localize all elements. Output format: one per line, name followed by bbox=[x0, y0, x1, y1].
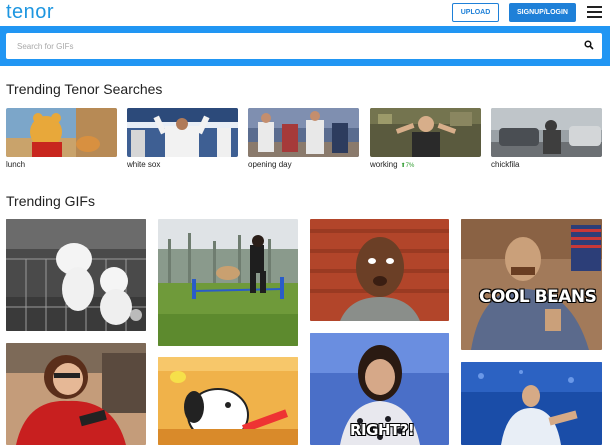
signup-login-button[interactable]: SIGNUP/LOGIN bbox=[509, 3, 576, 22]
trend-label-opening-day: opening day bbox=[248, 160, 292, 169]
trend-label-working-text: working bbox=[370, 160, 398, 169]
search-icon[interactable] bbox=[584, 40, 594, 50]
tenor-logo[interactable]: tenor bbox=[6, 1, 54, 24]
upload-button[interactable]: UPLOAD bbox=[452, 3, 499, 22]
gif-right[interactable]: RIGHT?! bbox=[310, 333, 449, 445]
gif-caption-cool-beans: COOL BEANS bbox=[479, 287, 597, 307]
trend-tile-lunch[interactable] bbox=[6, 108, 117, 157]
trend-percent-badge: ⬆7% bbox=[400, 163, 415, 169]
gif-man-stage[interactable] bbox=[461, 362, 602, 445]
trend-label-chickfila: chickfila bbox=[491, 160, 520, 169]
trend-tile-opening-day[interactable] bbox=[248, 108, 359, 157]
gif-dog-agility[interactable] bbox=[158, 219, 298, 346]
top-header: tenor UPLOAD SIGNUP/LOGIN bbox=[0, 0, 610, 26]
trend-label-lunch: lunch bbox=[6, 160, 26, 169]
gif-snoopy[interactable] bbox=[158, 357, 298, 445]
gif-poodles[interactable] bbox=[6, 219, 146, 331]
gif-caption-right: RIGHT?! bbox=[350, 421, 415, 439]
gif-cool-beans[interactable]: COOL BEANS bbox=[461, 219, 602, 350]
search-input[interactable] bbox=[6, 33, 602, 59]
trend-tile-chickfila[interactable] bbox=[491, 108, 602, 157]
trending-searches-title: Trending Tenor Searches bbox=[6, 81, 163, 97]
search-bar bbox=[0, 26, 610, 66]
trend-label-working: working ⬆7% bbox=[370, 160, 414, 169]
gif-woman-red[interactable] bbox=[6, 343, 146, 445]
gif-man-surprised[interactable] bbox=[310, 219, 449, 321]
menu-icon[interactable] bbox=[587, 6, 602, 18]
trend-tile-white-sox[interactable] bbox=[127, 108, 238, 157]
trend-tile-working[interactable] bbox=[370, 108, 481, 157]
trending-gifs-title: Trending GIFs bbox=[6, 193, 95, 209]
trend-label-white-sox: white sox bbox=[127, 160, 161, 169]
